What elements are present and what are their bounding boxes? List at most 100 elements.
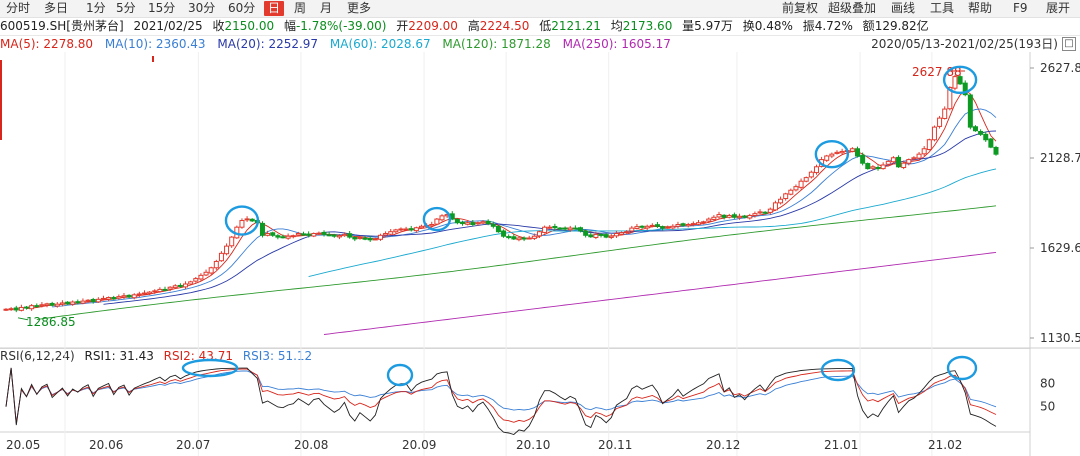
ma20-line — [103, 130, 997, 305]
candle-body — [731, 214, 737, 218]
candle-body — [808, 171, 814, 178]
candle-body — [444, 214, 450, 217]
candle-body — [439, 215, 445, 221]
candle-body — [583, 230, 589, 236]
quote-date: 2021/02/25 — [133, 19, 203, 33]
candle-body — [742, 215, 748, 218]
stock-code: 600519.SH[贵州茅台] — [0, 19, 124, 33]
candle-body — [259, 222, 265, 236]
candle-body — [849, 148, 855, 152]
candle-body — [824, 155, 830, 161]
rsi2-line — [5, 367, 997, 424]
price-axis-label: 2128.76 — [1040, 151, 1080, 165]
period-tab-5min[interactable]: 5分 — [116, 1, 136, 16]
candle-body — [29, 305, 35, 310]
candle-body — [352, 236, 358, 240]
candle-body — [572, 227, 578, 230]
date-range-toggle-button[interactable]: □ — [1062, 37, 1076, 51]
tools-button[interactable]: 工具 — [930, 1, 954, 16]
candle-body — [408, 228, 414, 231]
candle-body — [362, 237, 368, 240]
draw-line-button[interactable]: 画线 — [891, 1, 915, 16]
candle-body — [767, 208, 773, 213]
f9-button[interactable]: F9 — [1013, 1, 1028, 16]
candle-body — [993, 146, 999, 155]
candle-body — [208, 267, 214, 274]
candle-body — [937, 117, 943, 127]
period-tab-fenshi[interactable]: 分时 — [6, 1, 30, 16]
candle-body — [39, 304, 45, 307]
candle-body — [100, 297, 106, 300]
period-tab-more[interactable]: 更多 — [347, 1, 371, 16]
candle-body — [470, 222, 476, 225]
rsi-legend: RSI(6,12,24) RSI1: 31.43 RSI2: 43.71 RSI… — [0, 348, 1030, 364]
high-label: 高 — [467, 19, 480, 33]
candle-body — [916, 153, 922, 159]
period-tab-month[interactable]: 月 — [320, 1, 332, 16]
candle-body — [3, 308, 9, 311]
candle-body — [972, 126, 978, 132]
candle-body — [234, 226, 240, 239]
period-tab-1min[interactable]: 1分 — [86, 1, 106, 16]
candle-body — [726, 214, 732, 218]
candle-body — [516, 237, 522, 241]
adjust-forward-button[interactable]: 前复权 — [782, 1, 818, 16]
candle-body — [193, 278, 199, 282]
candle-body — [603, 234, 609, 238]
period-tab-multiday[interactable]: 多日 — [44, 1, 68, 16]
candle-body — [721, 214, 727, 218]
candle-body — [952, 76, 958, 89]
low-label: 低 — [539, 19, 552, 33]
candle-body — [803, 177, 809, 182]
candle-body — [316, 232, 322, 235]
candle-body — [270, 232, 276, 236]
candle-body — [967, 94, 973, 128]
rsi-highlight-circle — [386, 363, 414, 387]
low-value: 2121.21 — [551, 19, 601, 33]
candle-body — [70, 301, 76, 305]
low-field: 低2121.21 — [539, 19, 601, 33]
candle-body — [301, 233, 307, 236]
candle-body — [116, 296, 122, 299]
candle-body — [890, 157, 896, 163]
candle-body — [670, 225, 676, 229]
amount-field: 额129.82亿 — [863, 19, 929, 33]
candle-body — [978, 130, 984, 135]
candle-body — [690, 223, 696, 226]
candle-body — [844, 150, 850, 153]
period-tab-15min[interactable]: 15分 — [148, 1, 175, 16]
candle-body — [931, 126, 937, 141]
period-tab-week[interactable]: 周 — [294, 1, 306, 16]
period-tab-30min[interactable]: 30分 — [188, 1, 215, 16]
low-annotation-leader — [17, 317, 29, 321]
candle-body — [511, 236, 517, 240]
candle-body — [629, 227, 635, 232]
ma250-line — [323, 251, 997, 335]
highlight-circle — [422, 206, 452, 232]
ma5-line — [26, 89, 997, 310]
candle-body — [829, 153, 835, 157]
super-overlay-button[interactable]: 超级叠加 — [828, 1, 876, 16]
candle-body — [547, 226, 553, 229]
candle-body — [111, 297, 117, 300]
candle-body — [706, 218, 712, 222]
candle-body — [660, 226, 666, 229]
period-toolbar: 分时 多日 1分 5分 15分 30分 60分 日 周 月 更多 前复权 超级叠… — [0, 0, 1080, 18]
candle-body — [870, 166, 876, 169]
x-axis-label: 20.05 — [6, 438, 40, 452]
candle-body — [485, 220, 491, 225]
ma60-line — [308, 168, 997, 278]
candle-body — [885, 160, 891, 165]
candlestick-chart[interactable]: 2627.88 2128.76 1629.65 1130.53 80 50 20.05 20.… — [0, 0, 1080, 456]
candle-body — [619, 232, 625, 235]
candle-body — [131, 294, 137, 299]
period-tab-60min[interactable]: 60分 — [228, 1, 255, 16]
candle-body — [901, 162, 907, 169]
candle-body — [198, 274, 204, 280]
candle-body — [957, 76, 963, 85]
candle-body — [685, 223, 691, 227]
help-button[interactable]: 帮助 — [968, 1, 992, 16]
expand-button[interactable]: 展开 — [1046, 1, 1070, 16]
avg-field: 均2173.60 — [611, 19, 673, 33]
period-tab-day[interactable]: 日 — [264, 1, 285, 16]
